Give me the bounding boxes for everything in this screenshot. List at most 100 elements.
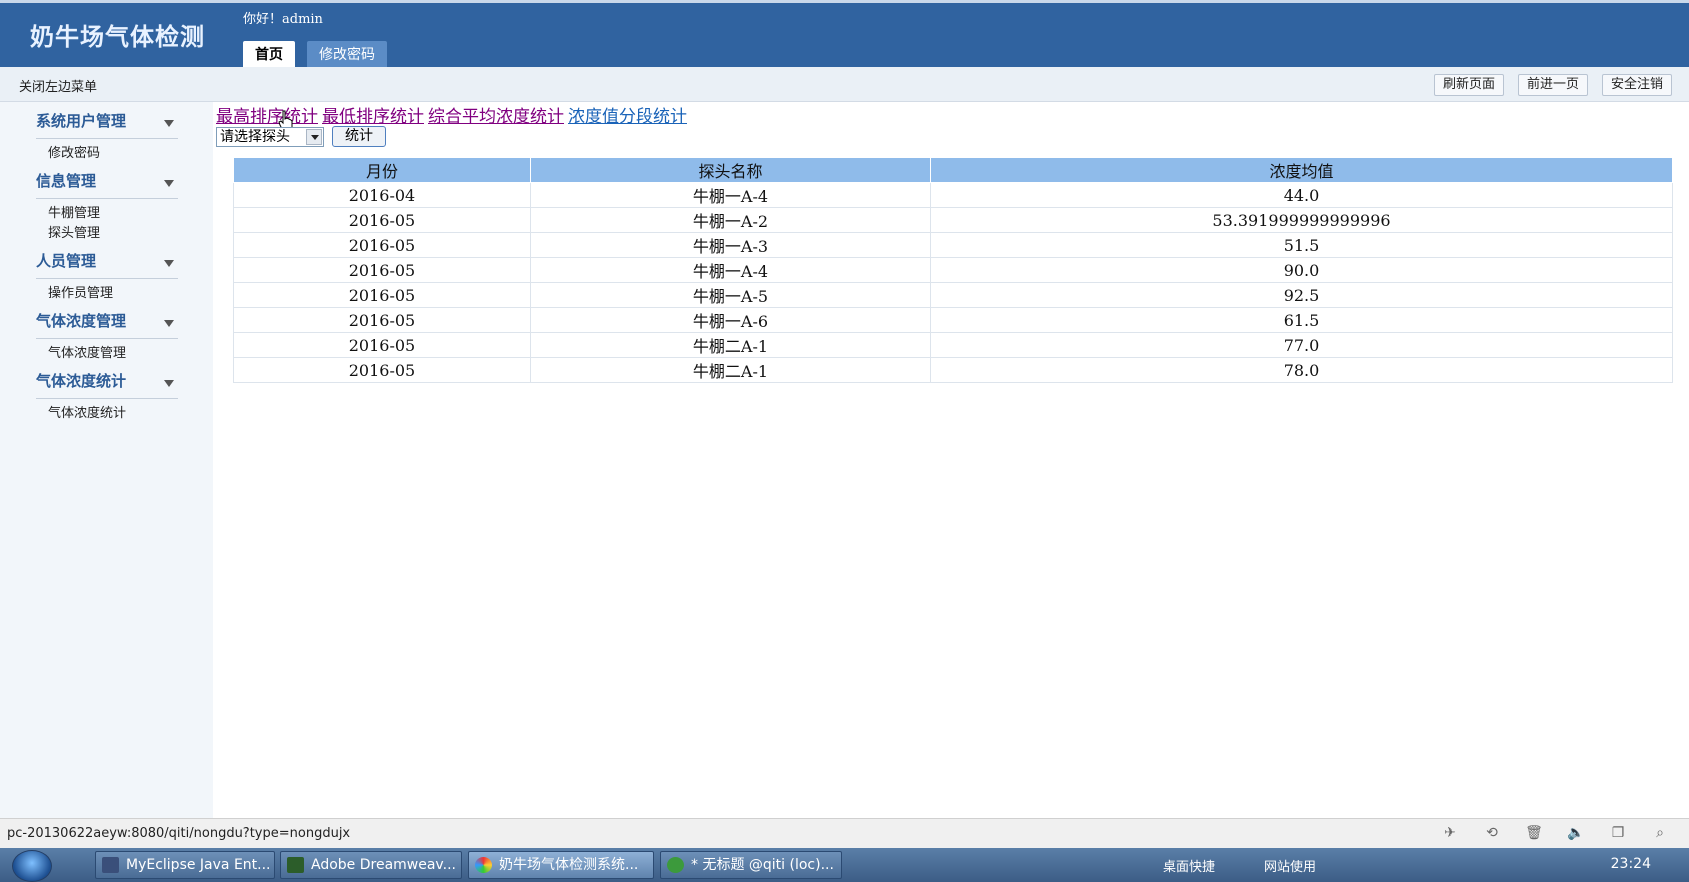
- sidebar-group-title: 气体浓度统计: [36, 372, 127, 390]
- sidebar-group-heading[interactable]: 人员管理: [36, 250, 178, 279]
- taskbar-clock[interactable]: 23:24: [1611, 856, 1651, 872]
- table-row: 2016-04 牛棚一A-4 44.0: [233, 182, 1673, 208]
- sidebar-item-probe[interactable]: 探头管理: [48, 222, 100, 241]
- cell-probe-name: 牛棚一A-6: [530, 307, 931, 333]
- close-left-menu-link[interactable]: 关闭左边菜单: [19, 76, 97, 95]
- status-icons: ✈ ⟲ 🗑 🔈 ❐ ⌕: [1441, 825, 1669, 841]
- browser-status-bar: pc-20130622aeyw:8080/qiti/nongdu?type=no…: [0, 818, 1689, 848]
- sidebar-item-operator[interactable]: 操作员管理: [48, 282, 113, 301]
- cell-avg-concentration: 78.0: [930, 357, 1673, 383]
- cell-avg-concentration: 44.0: [930, 182, 1673, 208]
- myeclipse-icon: [102, 857, 119, 873]
- cell-avg-concentration: 90.0: [930, 257, 1673, 283]
- cell-month: 2016-05: [233, 282, 531, 308]
- cell-month: 2016-05: [233, 357, 531, 383]
- zoom-icon[interactable]: ⌕: [1651, 825, 1669, 841]
- cell-month: 2016-05: [233, 207, 531, 233]
- toolbar-actions: 刷新页面 前进一页 安全注销: [1433, 74, 1672, 96]
- link-segment-stat[interactable]: 浓度值分段统计: [568, 102, 687, 127]
- cell-avg-concentration: 92.5: [930, 282, 1673, 308]
- sidebar-group-title: 气体浓度管理: [36, 312, 127, 330]
- cell-probe-name: 牛棚二A-1: [530, 357, 931, 383]
- chevron-down-icon: [164, 120, 174, 127]
- tab-home[interactable]: 首页: [243, 41, 295, 70]
- table-row: 2016-05 牛棚一A-4 90.0: [233, 257, 1673, 283]
- tray-desktop-shortcuts[interactable]: 桌面快捷: [1163, 856, 1215, 875]
- cell-month: 2016-05: [233, 307, 531, 333]
- table-row: 2016-05 牛棚一A-6 61.5: [233, 307, 1673, 333]
- sidebar-group-heading[interactable]: 气体浓度统计: [36, 370, 178, 399]
- reload-icon[interactable]: ⟲: [1483, 825, 1501, 841]
- cell-probe-name: 牛棚一A-4: [530, 257, 931, 283]
- table-header-row: 月份 探头名称 浓度均值: [233, 157, 1673, 183]
- window-icon[interactable]: ❐: [1609, 825, 1627, 841]
- cell-avg-concentration: 61.5: [930, 307, 1673, 333]
- probe-filter: 请选择探头 统计: [216, 126, 386, 147]
- column-header-probe-name: 探头名称: [530, 157, 931, 183]
- header-tabs: 首页 修改密码: [243, 41, 387, 70]
- taskbar-button-database[interactable]: * 无标题 @qiti (loc)...: [660, 851, 842, 879]
- chevron-down-icon: [164, 380, 174, 387]
- sidebar-group-gas-management[interactable]: 气体浓度管理: [36, 310, 178, 339]
- cell-probe-name: 牛棚一A-4: [530, 182, 931, 208]
- stat-button[interactable]: 统计: [332, 126, 386, 147]
- table-row: 2016-05 牛棚一A-2 53.391999999999996: [233, 207, 1673, 233]
- cell-probe-name: 牛棚一A-3: [530, 232, 931, 258]
- sidebar-item-change-password[interactable]: 修改密码: [48, 142, 100, 161]
- taskbar-button-dreamweaver[interactable]: Adobe Dreamweav...: [280, 851, 462, 879]
- link-lowest-sort-stat[interactable]: 最低排序统计: [322, 102, 424, 127]
- tab-change-password[interactable]: 修改密码: [307, 41, 387, 70]
- sidebar-group-gas-statistics[interactable]: 气体浓度统计: [36, 370, 178, 399]
- table-row: 2016-05 牛棚二A-1 78.0: [233, 357, 1673, 383]
- app-header: 奶牛场气体检测 你好！admin 首页 修改密码: [0, 0, 1689, 70]
- link-highest-sort-stat[interactable]: 最高排序统计: [216, 102, 318, 127]
- tray-site-usage[interactable]: 网站使用: [1264, 856, 1316, 875]
- chevron-down-icon: [164, 320, 174, 327]
- dropdown-arrow-icon[interactable]: [306, 128, 322, 145]
- forward-button[interactable]: 前进一页: [1517, 74, 1588, 96]
- sidebar-group-heading[interactable]: 系统用户管理: [36, 110, 178, 139]
- sidebar-item-gas-statistics[interactable]: 气体浓度统计: [48, 402, 126, 421]
- sidebar-group-personnel[interactable]: 人员管理: [36, 250, 178, 279]
- sidebar-group-info[interactable]: 信息管理: [36, 170, 178, 199]
- probe-select-value: 请选择探头: [220, 128, 290, 145]
- browser-icon: [475, 857, 492, 873]
- table-row: 2016-05 牛棚二A-1 77.0: [233, 332, 1673, 358]
- cell-month: 2016-05: [233, 332, 531, 358]
- cell-month: 2016-04: [233, 182, 531, 208]
- refresh-button[interactable]: 刷新页面: [1433, 74, 1504, 96]
- database-icon: [667, 857, 684, 873]
- sidebar-group-heading[interactable]: 信息管理: [36, 170, 178, 199]
- cell-probe-name: 牛棚二A-1: [530, 332, 931, 358]
- pin-icon[interactable]: ✈: [1441, 825, 1459, 841]
- cell-avg-concentration: 53.391999999999996: [930, 207, 1673, 233]
- logout-button[interactable]: 安全注销: [1601, 74, 1672, 96]
- cell-avg-concentration: 51.5: [930, 232, 1673, 258]
- stat-table: 月份 探头名称 浓度均值 2016-04 牛棚一A-4 44.0 2016-05…: [233, 157, 1673, 383]
- chevron-down-icon: [164, 180, 174, 187]
- taskbar-button-browser[interactable]: 奶牛场气体检测系统...: [468, 851, 654, 879]
- taskbar-button-label: * 无标题 @qiti (loc)...: [691, 857, 834, 873]
- dreamweaver-icon: [287, 857, 304, 873]
- probe-select[interactable]: 请选择探头: [216, 126, 324, 147]
- cell-avg-concentration: 77.0: [930, 332, 1673, 358]
- trash-icon[interactable]: 🗑: [1525, 825, 1543, 841]
- main-content: 最高排序统计 最低排序统计 综合平均浓度统计 浓度值分段统计 请选择探头 统计 …: [213, 102, 1689, 818]
- sidebar-item-gas-management[interactable]: 气体浓度管理: [48, 342, 126, 361]
- column-header-month: 月份: [233, 157, 531, 183]
- taskbar-button-myeclipse[interactable]: MyEclipse Java Ent...: [95, 851, 275, 879]
- column-header-avg-concentration: 浓度均值: [930, 157, 1673, 183]
- sidebar-group-title: 信息管理: [36, 172, 97, 190]
- app-title: 奶牛场气体检测: [30, 22, 205, 51]
- link-average-stat[interactable]: 综合平均浓度统计: [428, 102, 564, 127]
- sidebar-group-system-users[interactable]: 系统用户管理: [36, 110, 178, 139]
- sidebar-item-barn[interactable]: 牛棚管理: [48, 202, 100, 221]
- top-toolbar: 关闭左边菜单 刷新页面 前进一页 安全注销: [0, 67, 1689, 102]
- start-button-icon[interactable]: [12, 850, 52, 882]
- cell-probe-name: 牛棚一A-2: [530, 207, 931, 233]
- taskbar-button-label: MyEclipse Java Ent...: [126, 857, 271, 873]
- taskbar-button-label: 奶牛场气体检测系统...: [499, 857, 639, 873]
- sidebar-group-title: 系统用户管理: [36, 112, 127, 130]
- sidebar-group-heading[interactable]: 气体浓度管理: [36, 310, 178, 339]
- speaker-icon[interactable]: 🔈: [1567, 825, 1585, 841]
